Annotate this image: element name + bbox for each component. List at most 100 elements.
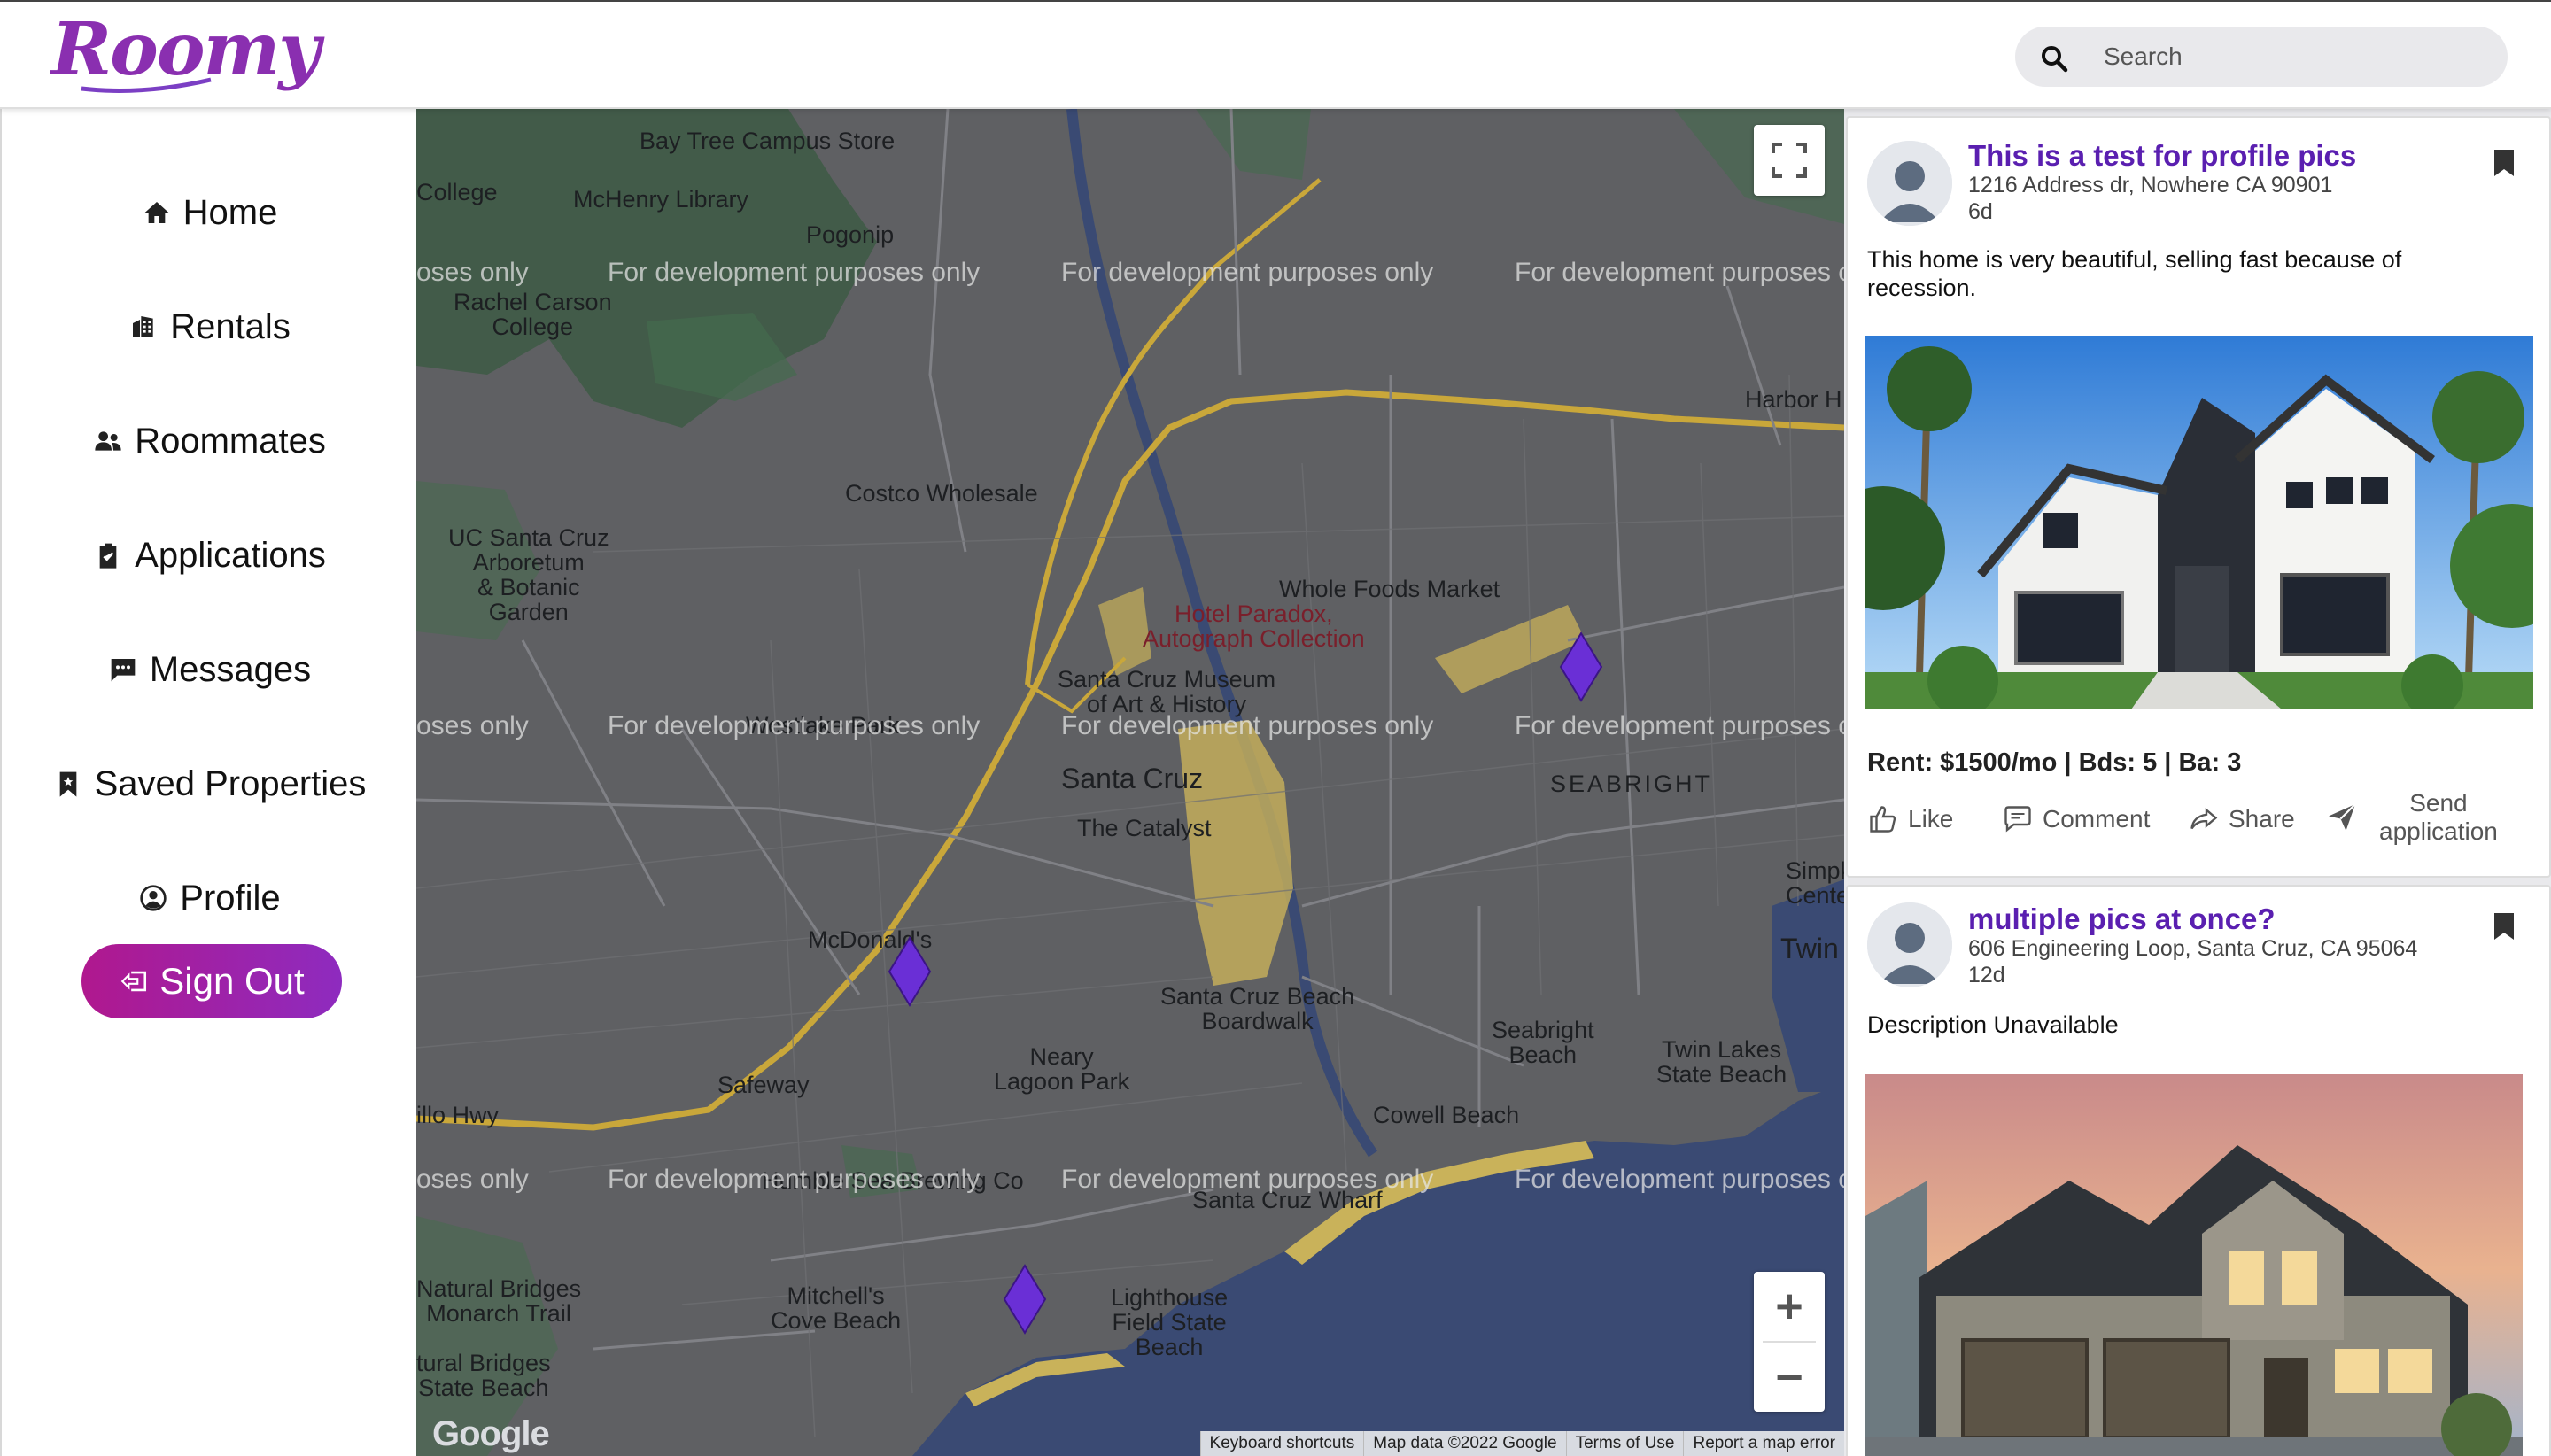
sidebar-item-roommates[interactable]: Roommates	[2, 410, 418, 472]
map-label-hotel-paradox: Hotel Paradox, Autograph Collection	[1143, 600, 1365, 652]
like-label: Like	[1908, 805, 1954, 833]
map-label-harbor: Harbor H	[1745, 386, 1842, 413]
default-avatar-icon	[1867, 141, 1952, 226]
sidebar-item-saved-properties[interactable]: Saved Properties	[2, 753, 418, 815]
listing-card: This is a test for profile pics 1216 Add…	[1846, 116, 2551, 878]
comment-label: Comment	[2043, 805, 2151, 833]
avatar[interactable]	[1867, 902, 1952, 987]
send-application-button[interactable]: Send application	[2326, 789, 2498, 846]
sidebar-item-label: Home	[182, 192, 278, 232]
comment-icon	[2004, 806, 2031, 833]
map-label-seabright-beach: Seabright Beach	[1492, 1017, 1594, 1068]
map-label-bay-tree: Bay Tree Campus Store	[640, 128, 896, 154]
dev-watermark: oses only	[416, 1165, 529, 1194]
top-header: Roomy	[0, 0, 2551, 109]
zoom-in-button[interactable]: +	[1754, 1272, 1825, 1341]
sign-out-button[interactable]: Sign Out	[81, 944, 342, 1018]
map-label-pogonip: Pogonip	[806, 221, 895, 248]
sidebar-item-home[interactable]: Home	[2, 182, 418, 244]
map-marker-listing[interactable]	[1559, 631, 1603, 702]
dev-watermark: For development purposes only	[608, 1165, 981, 1194]
search-bar[interactable]	[2015, 27, 2508, 87]
sidebar: Home Rentals Roommates Applications Mess…	[0, 109, 416, 1456]
map-marker-listing[interactable]	[1003, 1264, 1047, 1335]
map-label-twin-lakes: Twin Lak	[1780, 933, 1839, 964]
thumbs-up-icon	[1870, 806, 1896, 833]
listing-description: This home is very beautiful, selling fas…	[1867, 246, 2402, 301]
listing-stats: Rent: $1500/mo | Bds: 5 | Ba: 3	[1867, 748, 2242, 777]
dev-watermark: For development purposes only	[1061, 258, 1434, 287]
map-data-text: Map data ©2022 Google	[1363, 1431, 1565, 1456]
home-icon	[144, 202, 168, 223]
house-photo-craftsman	[1865, 1074, 2523, 1456]
map-label-museum: Santa Cruz Museum of Art & History	[1058, 666, 1276, 717]
sidebar-item-profile[interactable]: Profile	[2, 867, 418, 929]
map-label-mitchells-cove: Mitchell's Cove Beach	[771, 1282, 902, 1334]
map-label-simpkins: Simpkins Cente	[1786, 857, 1844, 909]
listing-card: multiple pics at once? 606 Engineering L…	[1846, 885, 2551, 1456]
avatar[interactable]	[1867, 141, 1952, 226]
comment-button[interactable]: Comment	[2002, 803, 2150, 835]
search-input[interactable]	[2104, 37, 2476, 76]
map-label-boardwalk: Santa Cruz Beach Boardwalk	[1160, 983, 1355, 1034]
map-label-hwy: illo Hwy	[416, 1102, 500, 1128]
dev-watermark: For development purposes only	[1061, 1165, 1434, 1194]
listing-title[interactable]: This is a test for profile pics	[1968, 139, 2356, 173]
search-icon[interactable]	[2040, 44, 2068, 73]
keyboard-shortcuts-link[interactable]: Keyboard shortcuts	[1199, 1431, 1364, 1456]
map-marker-listing[interactable]	[888, 936, 932, 1007]
listing-description: Description Unavailable	[1867, 1011, 2119, 1038]
map-label-natural-bridges-trail: Natural Bridges Monarch Trail	[416, 1275, 582, 1327]
sidebar-item-label: Rentals	[170, 306, 291, 346]
map-label-lighthouse: Lighthouse Field State Beach	[1111, 1284, 1229, 1360]
map-label-whole-foods: Whole Foods Market	[1279, 576, 1500, 602]
sidebar-item-applications[interactable]: Applications	[2, 524, 418, 586]
map-label-cowell: Cowell Beach	[1373, 1102, 1520, 1128]
sidebar-item-rentals[interactable]: Rentals	[2, 296, 418, 358]
share-icon	[2190, 807, 2218, 830]
dev-watermark: oses only	[416, 711, 529, 740]
bookmark-icon[interactable]	[2493, 911, 2516, 941]
bookmark-icon[interactable]	[2493, 148, 2516, 178]
terms-link[interactable]: Terms of Use	[1565, 1431, 1684, 1456]
sidebar-item-messages[interactable]: Messages	[2, 639, 418, 701]
like-button[interactable]: Like	[1867, 803, 1953, 835]
listing-title[interactable]: multiple pics at once?	[1968, 902, 2276, 936]
share-button[interactable]: Share	[2188, 803, 2295, 835]
map-label-neary-lagoon: Neary Lagoon Park	[994, 1043, 1130, 1095]
sidebar-item-label: Roommates	[135, 421, 326, 461]
sidebar-item-label: Messages	[149, 649, 312, 689]
listing-feed[interactable]: This is a test for profile pics 1216 Add…	[1844, 109, 2551, 1456]
clipboard-icon	[99, 543, 117, 569]
listing-age: 12d	[1968, 963, 2005, 987]
listing-address: 606 Engineering Loop, Santa Cruz, CA 950…	[1968, 936, 2418, 961]
zoom-out-button[interactable]: −	[1754, 1343, 1825, 1412]
dev-watermark: For development purposes only	[608, 711, 981, 740]
send-icon	[2329, 803, 2356, 831]
map-label-catalyst: The Catalyst	[1077, 815, 1212, 841]
map-label-college: College	[416, 179, 498, 205]
map-label-costco: Costco Wholesale	[845, 480, 1038, 507]
dev-watermark: For development purposes only	[1515, 711, 1844, 740]
map-label-seabright: SEABRIGHT	[1550, 771, 1713, 797]
listing-address: 1216 Address dr, Nowhere CA 90901	[1968, 173, 2333, 197]
dev-watermark: For development purposes only	[1515, 258, 1844, 287]
listing-photo[interactable]	[1865, 1074, 2523, 1456]
sign-out-icon	[121, 971, 147, 992]
sidebar-item-label: Saved Properties	[94, 763, 367, 803]
send-application-label: Send application	[2379, 789, 2498, 845]
map-attribution: Keyboard shortcuts Map data ©2022 Google…	[1199, 1431, 1844, 1456]
map-label-twin-lakes-beach: Twin Lakes State Beach	[1656, 1036, 1787, 1088]
map-label-rachel-carson: Rachel Carson College	[454, 289, 612, 340]
map-label-safeway: Safeway	[717, 1072, 810, 1098]
report-error-link[interactable]: Report a map error	[1683, 1431, 1844, 1456]
dev-watermark: For development purposes only	[1061, 711, 1434, 740]
map-view[interactable]: Bay Tree Campus Store College McHenry Li…	[416, 109, 1844, 1456]
google-logo: Google	[432, 1414, 550, 1453]
fullscreen-icon	[1772, 143, 1807, 178]
zoom-controls: + −	[1754, 1272, 1825, 1412]
map-label-ucsc-arboretum: UC Santa Cruz Arboretum & Botanic Garden	[448, 524, 609, 625]
fullscreen-button[interactable]	[1754, 125, 1825, 196]
map-label-natural-bridges-beach: tural Bridges State Beach	[416, 1350, 551, 1401]
listing-photo[interactable]	[1865, 336, 2533, 709]
